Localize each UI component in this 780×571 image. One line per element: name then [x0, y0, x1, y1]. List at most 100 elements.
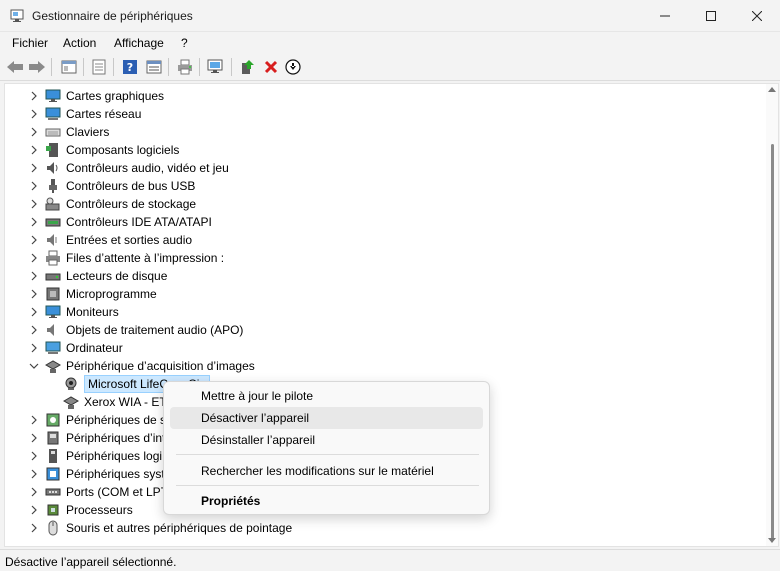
chevron-right-icon[interactable] — [29, 505, 39, 515]
chevron-right-icon[interactable] — [29, 469, 39, 479]
chevron-right-icon[interactable] — [29, 109, 39, 119]
chevron-down-icon[interactable] — [29, 361, 39, 371]
chevron-right-icon[interactable] — [29, 253, 39, 263]
tree-item-objets-traitement-audio[interactable]: Objets de traitement audio (APO) — [5, 321, 745, 339]
chevron-right-icon[interactable] — [29, 325, 39, 335]
menu-fichier[interactable]: Fichier — [10, 36, 50, 50]
print-button[interactable] — [175, 57, 195, 77]
network-adapter-icon — [45, 107, 61, 120]
device-manager-icon — [10, 9, 24, 22]
status-text: Désactive l’appareil sélectionné. — [5, 555, 177, 569]
back-button[interactable] — [5, 57, 25, 77]
resources-button[interactable] — [144, 57, 164, 77]
tree-item-entrees-sorties-audio[interactable]: Entrées et sorties audio — [5, 231, 745, 249]
tree-item-controleurs-stockage[interactable]: Contrôleurs de stockage — [5, 195, 745, 213]
software-component-icon — [46, 143, 58, 157]
tree-item-label: Contrôleurs IDE ATA/ATAPI — [66, 215, 212, 229]
minimize-button[interactable] — [642, 0, 688, 32]
help-button[interactable]: ? — [120, 57, 140, 77]
context-menu: Mettre à jour le pilote Désactiver l’app… — [163, 381, 490, 515]
details-button[interactable] — [89, 57, 109, 77]
chevron-right-icon[interactable] — [29, 307, 39, 317]
scroll-up-icon[interactable] — [768, 86, 776, 92]
tree-item-label: Périphérique d’acquisition d’images — [66, 359, 255, 373]
help-icon: ? — [123, 60, 137, 74]
uninstall-button[interactable] — [261, 57, 281, 77]
menu-affichage[interactable]: Affichage — [112, 36, 166, 50]
menu-disable-device[interactable]: Désactiver l’appareil — [170, 407, 483, 429]
computer-icon — [45, 341, 61, 354]
maximize-button[interactable] — [688, 0, 734, 32]
tree-item-moniteurs[interactable]: Moniteurs — [5, 303, 745, 321]
menu-uninstall-device[interactable]: Désinstaller l’appareil — [170, 429, 483, 451]
audio-io-icon — [47, 234, 57, 246]
menu-separator — [176, 485, 479, 486]
scroll-down-icon[interactable] — [768, 538, 776, 544]
chevron-right-icon[interactable] — [29, 217, 39, 227]
scan-hardware-button[interactable] — [206, 57, 226, 77]
tree-item-label: Objets de traitement audio (APO) — [66, 323, 244, 337]
scrollbar-thumb[interactable] — [771, 144, 774, 539]
audio-processing-icon — [47, 324, 54, 336]
tree-item-label: Contrôleurs de stockage — [66, 197, 197, 211]
update-driver-button[interactable] — [238, 57, 258, 77]
back-icon — [7, 61, 23, 73]
tree-item-controleurs-ide[interactable]: Contrôleurs IDE ATA/ATAPI — [5, 213, 745, 231]
scan-hardware-icon — [207, 59, 223, 73]
chevron-right-icon[interactable] — [29, 145, 39, 155]
window-title: Gestionnaire de périphériques — [32, 9, 193, 23]
chevron-right-icon[interactable] — [29, 235, 39, 245]
tree-item-label: Entrées et sorties audio — [66, 233, 193, 247]
tree-item-ordinateur[interactable]: Ordinateur — [5, 339, 745, 357]
tree-item-label: Cartes réseau — [66, 107, 142, 121]
processor-icon — [47, 504, 59, 516]
chevron-right-icon[interactable] — [29, 433, 39, 443]
tree-item-label: Lecteurs de disque — [66, 269, 168, 283]
monitor-icon — [45, 305, 61, 318]
tree-item-label: Moniteurs — [66, 305, 119, 319]
tree-item-microprogramme[interactable]: Microprogramme — [5, 285, 745, 303]
chevron-right-icon[interactable] — [29, 523, 39, 533]
tree-item-controleurs-audio[interactable]: Contrôleurs audio, vidéo et jeu — [5, 159, 745, 177]
chevron-right-icon[interactable] — [29, 289, 39, 299]
tree-item-cartes-graphiques[interactable]: Cartes graphiques — [5, 87, 745, 105]
uninstall-icon — [264, 60, 278, 74]
chevron-right-icon[interactable] — [29, 343, 39, 353]
menu-scan-changes[interactable]: Rechercher les modifications sur le maté… — [170, 460, 483, 482]
tree-item-label: Xerox WIA - ET — [84, 395, 167, 409]
menu-action[interactable]: Action — [61, 36, 98, 50]
chevron-right-icon[interactable] — [29, 181, 39, 191]
menu-update-driver[interactable]: Mettre à jour le pilote — [170, 385, 483, 407]
hid-device-icon — [47, 431, 59, 445]
chevron-right-icon[interactable] — [29, 127, 39, 137]
close-button[interactable] — [734, 0, 780, 32]
chevron-right-icon[interactable] — [29, 271, 39, 281]
menu-help[interactable]: ? — [179, 36, 190, 50]
menu-properties[interactable]: Propriétés — [170, 490, 483, 512]
chevron-right-icon[interactable] — [29, 91, 39, 101]
tree-item-peripherique-acquisition-images[interactable]: Périphérique d’acquisition d’images — [5, 357, 745, 375]
disk-drive-icon — [45, 273, 61, 281]
tree-item-souris[interactable]: Souris et autres périphériques de pointa… — [5, 519, 745, 537]
chevron-right-icon[interactable] — [29, 415, 39, 425]
system-device-icon — [46, 467, 60, 481]
tree-item-label: Cartes graphiques — [66, 89, 165, 103]
chevron-right-icon[interactable] — [29, 451, 39, 461]
software-device-icon — [49, 449, 57, 463]
chevron-right-icon[interactable] — [29, 163, 39, 173]
chevron-right-icon[interactable] — [29, 199, 39, 209]
chevron-right-icon[interactable] — [29, 487, 39, 497]
tree-item-files-attente-impression[interactable]: Files d’attente à l’impression : — [5, 249, 745, 267]
tree-item-label: Files d’attente à l’impression : — [66, 251, 225, 265]
tree-item-claviers[interactable]: Claviers — [5, 123, 745, 141]
vertical-scrollbar[interactable] — [766, 84, 778, 546]
forward-button[interactable] — [27, 57, 47, 77]
tree-item-controleurs-usb[interactable]: Contrôleurs de bus USB — [5, 177, 745, 195]
keyboard-icon — [45, 128, 61, 137]
tree-item-lecteurs-disque[interactable]: Lecteurs de disque — [5, 267, 745, 285]
tree-item-cartes-reseau[interactable]: Cartes réseau — [5, 105, 745, 123]
disable-button[interactable] — [283, 57, 303, 77]
show-hide-tree-button[interactable] — [59, 57, 79, 77]
menu-disable-device-label: Désactiver l’appareil — [201, 411, 310, 425]
tree-item-composants-logiciels[interactable]: Composants logiciels — [5, 141, 745, 159]
